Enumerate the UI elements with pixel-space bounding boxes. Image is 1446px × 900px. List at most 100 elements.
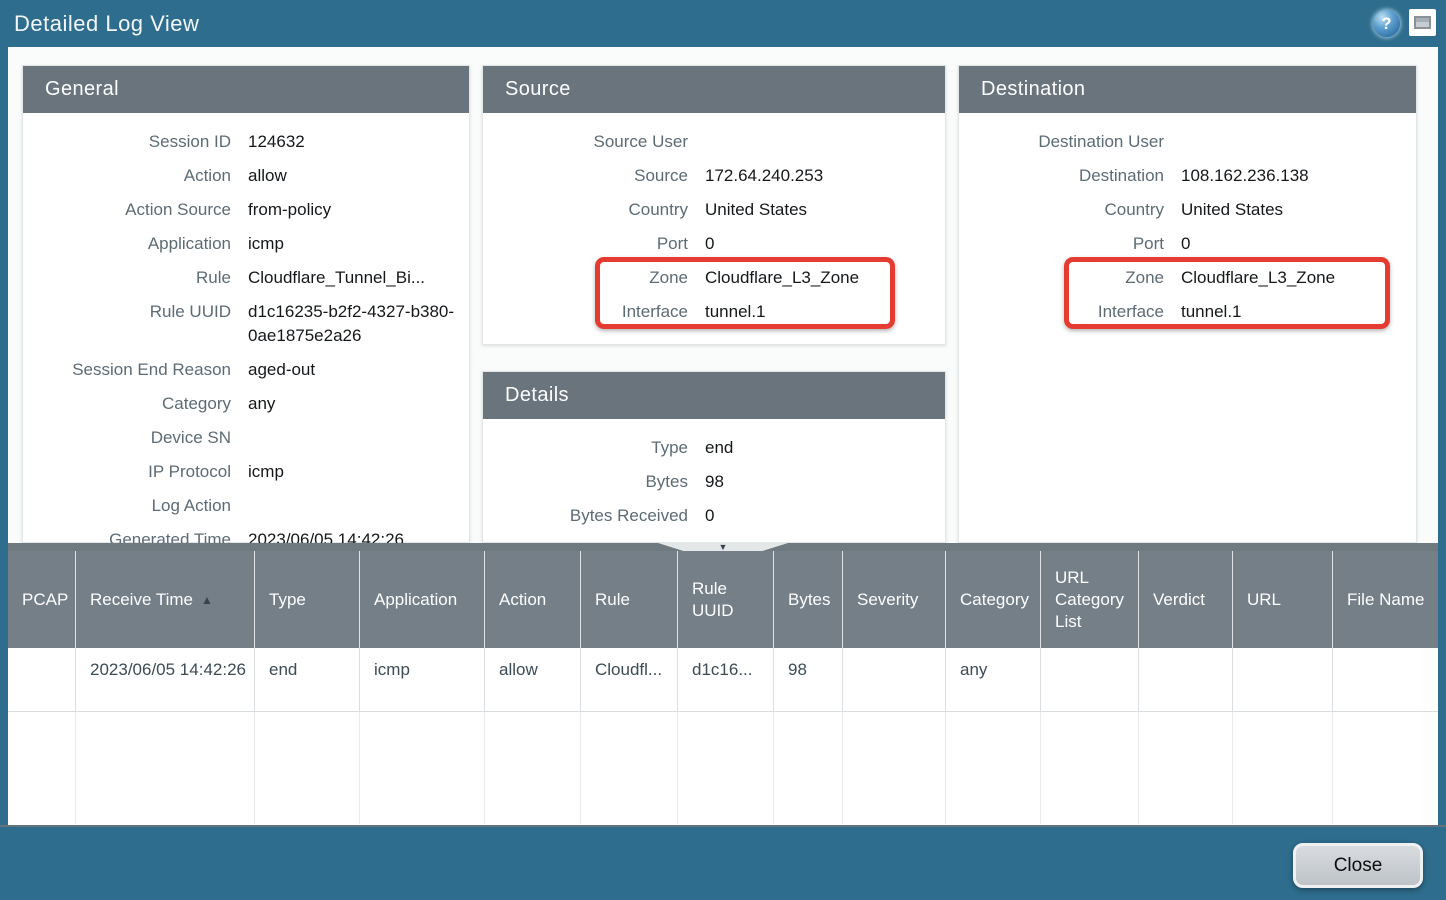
field-row-bytes: Bytes 98 (483, 465, 945, 499)
column-header-application[interactable]: Application (360, 551, 485, 648)
field-value: 0 (705, 232, 945, 256)
field-value: Cloudflare_Tunnel_Bi... (248, 266, 469, 290)
field-label: Type (483, 436, 688, 460)
field-value: Cloudflare_L3_Zone (705, 266, 945, 290)
field-value: any (248, 392, 469, 416)
field-row-interface: Interface tunnel.1 (483, 295, 945, 329)
cell-rule-uuid: d1c16... (678, 648, 774, 711)
field-row-ip-protocol: IP Protocol icmp (23, 455, 469, 489)
column-header-rule-uuid[interactable]: Rule UUID (678, 551, 774, 648)
details-panel: Details Type end Bytes 98 Bytes Received… (482, 371, 946, 543)
field-label: Log Action (23, 494, 231, 518)
source-panel-title: Source (483, 66, 945, 113)
cell-receive-time: 2023/06/05 14:42:26 (76, 648, 255, 711)
field-value: tunnel.1 (705, 300, 945, 324)
help-icon[interactable]: ? (1373, 10, 1400, 37)
column-header-type[interactable]: Type (255, 551, 360, 648)
field-value: 0 (1181, 232, 1416, 256)
column-header-severity[interactable]: Severity (843, 551, 946, 648)
field-label: Session ID (23, 130, 231, 154)
field-label: Zone (483, 266, 688, 290)
field-label: Rule UUID (23, 300, 231, 348)
log-table-header: PCAP Receive Time▲ Type Application Acti… (8, 551, 1438, 648)
field-row-type: Type end (483, 431, 945, 465)
field-row-interface: Interface tunnel.1 (959, 295, 1416, 329)
restore-window-icon-glyph (1414, 16, 1431, 29)
cell-severity (843, 648, 946, 711)
field-row-country: Country United States (959, 193, 1416, 227)
field-value: icmp (248, 460, 469, 484)
field-row-destination-user: Destination User (959, 125, 1416, 159)
field-value (705, 130, 945, 154)
column-header-bytes[interactable]: Bytes (774, 551, 843, 648)
field-label: Port (959, 232, 1164, 256)
cell-url (1233, 648, 1333, 711)
field-label: Rule (23, 266, 231, 290)
cell-rule: Cloudfl... (581, 648, 678, 711)
field-label: Session End Reason (23, 358, 231, 382)
field-row-zone: Zone Cloudflare_L3_Zone (959, 261, 1416, 295)
field-row-port: Port 0 (959, 227, 1416, 261)
log-table: PCAP Receive Time▲ Type Application Acti… (8, 551, 1438, 825)
field-value: from-policy (248, 198, 469, 222)
log-table-row[interactable]: 2023/06/05 14:42:26 end icmp allow Cloud… (8, 648, 1438, 712)
column-header-url-category-list[interactable]: URL Category List (1041, 551, 1139, 648)
field-row-action: Action allow (23, 159, 469, 193)
field-label: Source (483, 164, 688, 188)
column-header-action[interactable]: Action (485, 551, 581, 648)
column-header-file-name[interactable]: File Name (1333, 551, 1438, 648)
field-value: 108.162.236.138 (1181, 164, 1416, 188)
field-row-log-action: Log Action (23, 489, 469, 523)
field-row-application: Application icmp (23, 227, 469, 261)
column-header-pcap[interactable]: PCAP (8, 551, 76, 648)
column-header-category[interactable]: Category (946, 551, 1041, 648)
field-value: end (705, 436, 945, 460)
source-panel: Source Source User Source 172.64.240.253… (482, 65, 946, 345)
field-value: d1c16235-b2f2-4327-b380-0ae1875e2a26 (248, 300, 469, 348)
dialog-title: Detailed Log View (14, 0, 199, 47)
log-table-empty-area (8, 712, 1438, 824)
cell-verdict (1139, 648, 1233, 711)
panel-table-splitter: ▼ (8, 543, 1438, 551)
restore-window-icon[interactable] (1409, 9, 1436, 36)
source-zone-highlight-group: Zone Cloudflare_L3_Zone Interface tunnel… (483, 261, 945, 329)
field-value: icmp (248, 232, 469, 256)
field-label: Zone (959, 266, 1164, 290)
field-row-generated-time: Generated Time 2023/06/05 14:42:26 (23, 523, 469, 543)
field-row-rule: Rule Cloudflare_Tunnel_Bi... (23, 261, 469, 295)
field-row-source-user: Source User (483, 125, 945, 159)
field-value: 172.64.240.253 (705, 164, 945, 188)
field-row-category: Category any (23, 387, 469, 421)
field-label: Action Source (23, 198, 231, 222)
field-value: 2023/06/05 14:42:26 (248, 528, 469, 543)
column-header-rule[interactable]: Rule (581, 551, 678, 648)
cell-pcap (8, 648, 76, 711)
general-panel-title: General (23, 66, 469, 113)
column-header-receive-time[interactable]: Receive Time▲ (76, 551, 255, 648)
field-label: Application (23, 232, 231, 256)
field-value: 0 (705, 504, 945, 528)
field-label: Destination (959, 164, 1164, 188)
field-value: tunnel.1 (1181, 300, 1416, 324)
field-row-source: Source 172.64.240.253 (483, 159, 945, 193)
column-header-verdict[interactable]: Verdict (1139, 551, 1233, 648)
field-label: Action (23, 164, 231, 188)
field-label: Destination User (959, 130, 1164, 154)
dialog-footer: Close (0, 825, 1446, 900)
column-header-url[interactable]: URL (1233, 551, 1333, 648)
field-label: Source User (483, 130, 688, 154)
field-value (1181, 130, 1416, 154)
field-value: United States (705, 198, 945, 222)
close-button[interactable]: Close (1293, 843, 1423, 888)
field-row-bytes-received: Bytes Received 0 (483, 499, 945, 533)
field-label: Port (483, 232, 688, 256)
general-panel: General Session ID 124632 Action allow A… (22, 65, 470, 543)
cell-bytes: 98 (774, 648, 843, 711)
dialog-titlebar: Detailed Log View ? (0, 0, 1446, 47)
destination-panel-title: Destination (959, 66, 1416, 113)
dialog-body: General Session ID 124632 Action allow A… (8, 47, 1438, 543)
field-value: aged-out (248, 358, 469, 382)
field-row-country: Country United States (483, 193, 945, 227)
field-value: 98 (705, 470, 945, 494)
field-row-destination: Destination 108.162.236.138 (959, 159, 1416, 193)
